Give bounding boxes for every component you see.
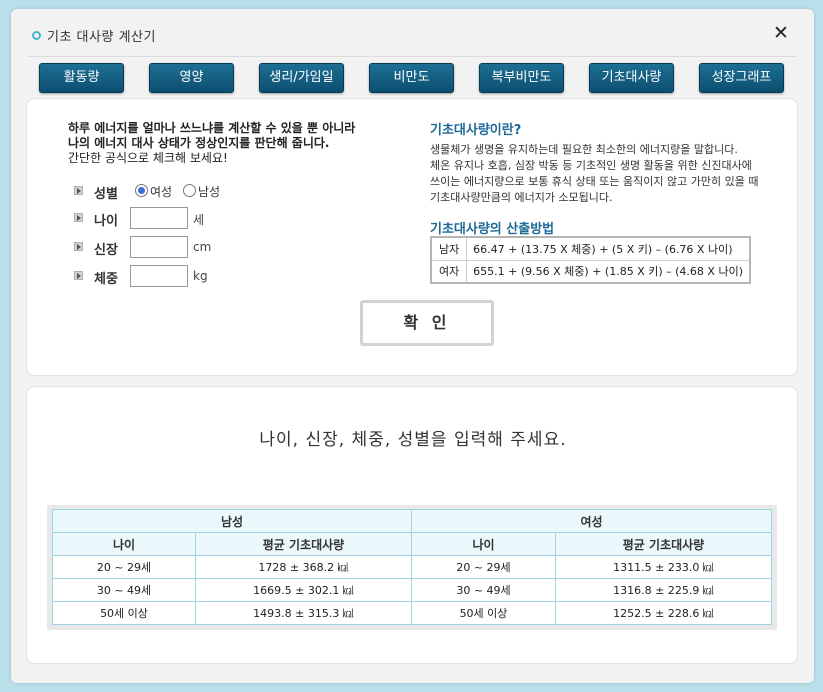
male-avg-cell: 1728 ± 368.2 ㎉	[195, 555, 412, 579]
female-radio-label: 여성	[150, 185, 173, 199]
bmr-definition-line: 체온 유지나 호흡, 심장 박동 등 기초적인 생명 활동을 위한 신진대사에	[430, 159, 752, 172]
result-panel: 나이, 신장, 체중, 성별을 입력해 주세요. 남성 여성 나이 평균 기초대…	[26, 386, 798, 664]
table-row: 50세 이상 1493.8 ± 315.3 ㎉ 50세 이상 1252.5 ± …	[52, 601, 772, 625]
close-icon[interactable]: ✕	[773, 23, 789, 43]
column-header-age: 나이	[52, 532, 196, 556]
age-label: 나이	[94, 214, 118, 229]
table-subheader-row: 나이 평균 기초대사량 나이 평균 기초대사량	[52, 532, 772, 556]
table-row: 20 ~ 29세 1728 ± 368.2 ㎉ 20 ~ 29세 1311.5 …	[52, 555, 772, 579]
bmr-definition-title: 기초대사량이란?	[430, 123, 522, 138]
female-radio[interactable]	[135, 184, 148, 197]
column-header-avg: 평균 기초대사량	[555, 532, 772, 556]
female-header: 여성	[411, 509, 772, 533]
male-radio-label: 남성	[198, 185, 221, 199]
intro-line-3: 간단한 공식으로 체크해 보세요!	[68, 151, 228, 165]
tab-bmr[interactable]: 기초대사량	[589, 63, 674, 93]
age-cell: 20 ~ 29세	[52, 555, 196, 579]
age-cell: 50세 이상	[411, 601, 556, 625]
table-row: 30 ~ 49세 1669.5 ± 302.1 ㎉ 30 ~ 49세 1316.…	[52, 578, 772, 602]
column-header-age: 나이	[411, 532, 556, 556]
height-row: 신장 cm	[74, 236, 254, 258]
window-title: 기초 대사량 계산기	[47, 30, 156, 45]
formula-text: 66.47 + (13.75 X 체중) + (5 X 키) – (6.76 X…	[466, 236, 751, 261]
formula-text: 655.1 + (9.56 X 체중) + (1.85 X 키) – (4.68…	[466, 259, 751, 284]
height-label: 신장	[94, 243, 118, 258]
arrow-bullet-icon	[74, 213, 83, 222]
bmr-definition-line: 생물체가 생명을 유지하는데 필요한 최소한의 에너지량을 말합니다.	[430, 143, 738, 156]
column-header-avg: 평균 기초대사량	[195, 532, 412, 556]
stats-table-frame: 남성 여성 나이 평균 기초대사량 나이 평균 기초대사량 20 ~ 29세 1…	[47, 505, 777, 630]
formula-gender: 여자	[430, 259, 468, 284]
formula-table: 남자 66.47 + (13.75 X 체중) + (5 X 키) – (6.7…	[430, 236, 751, 284]
female-avg-cell: 1252.5 ± 228.6 ㎉	[555, 601, 772, 625]
formula-row-male: 남자 66.47 + (13.75 X 체중) + (5 X 키) – (6.7…	[430, 236, 751, 261]
tab-activity[interactable]: 활동량	[39, 63, 124, 93]
male-header: 남성	[52, 509, 412, 533]
gender-row: 성별 여성 남성	[74, 180, 274, 202]
title-bar: 기초 대사량 계산기 ✕	[11, 9, 814, 59]
confirm-button[interactable]: 확 인	[360, 300, 494, 346]
weight-row: 체중 kg	[74, 265, 254, 287]
age-row: 나이 세	[74, 207, 254, 229]
weight-input[interactable]	[130, 265, 188, 287]
age-input[interactable]	[130, 207, 188, 229]
title-bullet-icon	[32, 31, 41, 40]
arrow-bullet-icon	[74, 271, 83, 280]
height-unit: cm	[193, 240, 212, 254]
age-cell: 50세 이상	[52, 601, 196, 625]
bmr-stats-table: 남성 여성 나이 평균 기초대사량 나이 평균 기초대사량 20 ~ 29세 1…	[52, 509, 772, 625]
bmr-definition-line: 쓰이는 에너지량으로 보통 휴식 상태 또는 움직이지 않고 가만히 있을 때	[430, 175, 759, 188]
formula-gender: 남자	[430, 236, 468, 261]
male-avg-cell: 1493.8 ± 315.3 ㎉	[195, 601, 412, 625]
tab-abdominal-obesity[interactable]: 복부비만도	[479, 63, 564, 93]
title-divider	[28, 56, 797, 57]
tab-menstruation[interactable]: 생리/가임일	[259, 63, 344, 93]
male-radio[interactable]	[183, 184, 196, 197]
age-cell: 20 ~ 29세	[411, 555, 556, 579]
input-panel: 하루 에너지를 얼마나 쓰느냐를 계산할 수 있을 뿐 아니라 나의 에너지 대…	[26, 98, 798, 376]
weight-label: 체중	[94, 272, 118, 287]
arrow-bullet-icon	[74, 186, 83, 195]
bmr-definition-line: 기초대사량만큼의 에너지가 소모됩니다.	[430, 191, 613, 204]
tab-obesity[interactable]: 비만도	[369, 63, 454, 93]
bmr-method-title: 기초대사량의 산출방법	[430, 222, 555, 237]
result-message: 나이, 신장, 체중, 성별을 입력해 주세요.	[259, 430, 567, 450]
weight-unit: kg	[193, 269, 208, 283]
female-avg-cell: 1316.8 ± 225.9 ㎉	[555, 578, 772, 602]
age-cell: 30 ~ 49세	[411, 578, 556, 602]
male-avg-cell: 1669.5 ± 302.1 ㎉	[195, 578, 412, 602]
gender-label: 성별	[94, 187, 118, 202]
tab-growth-chart[interactable]: 성장그래프	[699, 63, 784, 93]
height-input[interactable]	[130, 236, 188, 258]
table-header-row: 남성 여성	[52, 509, 772, 533]
calculator-window: 기초 대사량 계산기 ✕ 활동량 영양 생리/가임일 비만도 복부비만도 기초대…	[11, 9, 814, 683]
female-avg-cell: 1311.5 ± 233.0 ㎉	[555, 555, 772, 579]
formula-row-female: 여자 655.1 + (9.56 X 체중) + (1.85 X 키) – (4…	[430, 259, 751, 284]
tab-nutrition[interactable]: 영양	[149, 63, 234, 93]
age-cell: 30 ~ 49세	[52, 578, 196, 602]
age-unit: 세	[193, 213, 205, 227]
arrow-bullet-icon	[74, 242, 83, 251]
